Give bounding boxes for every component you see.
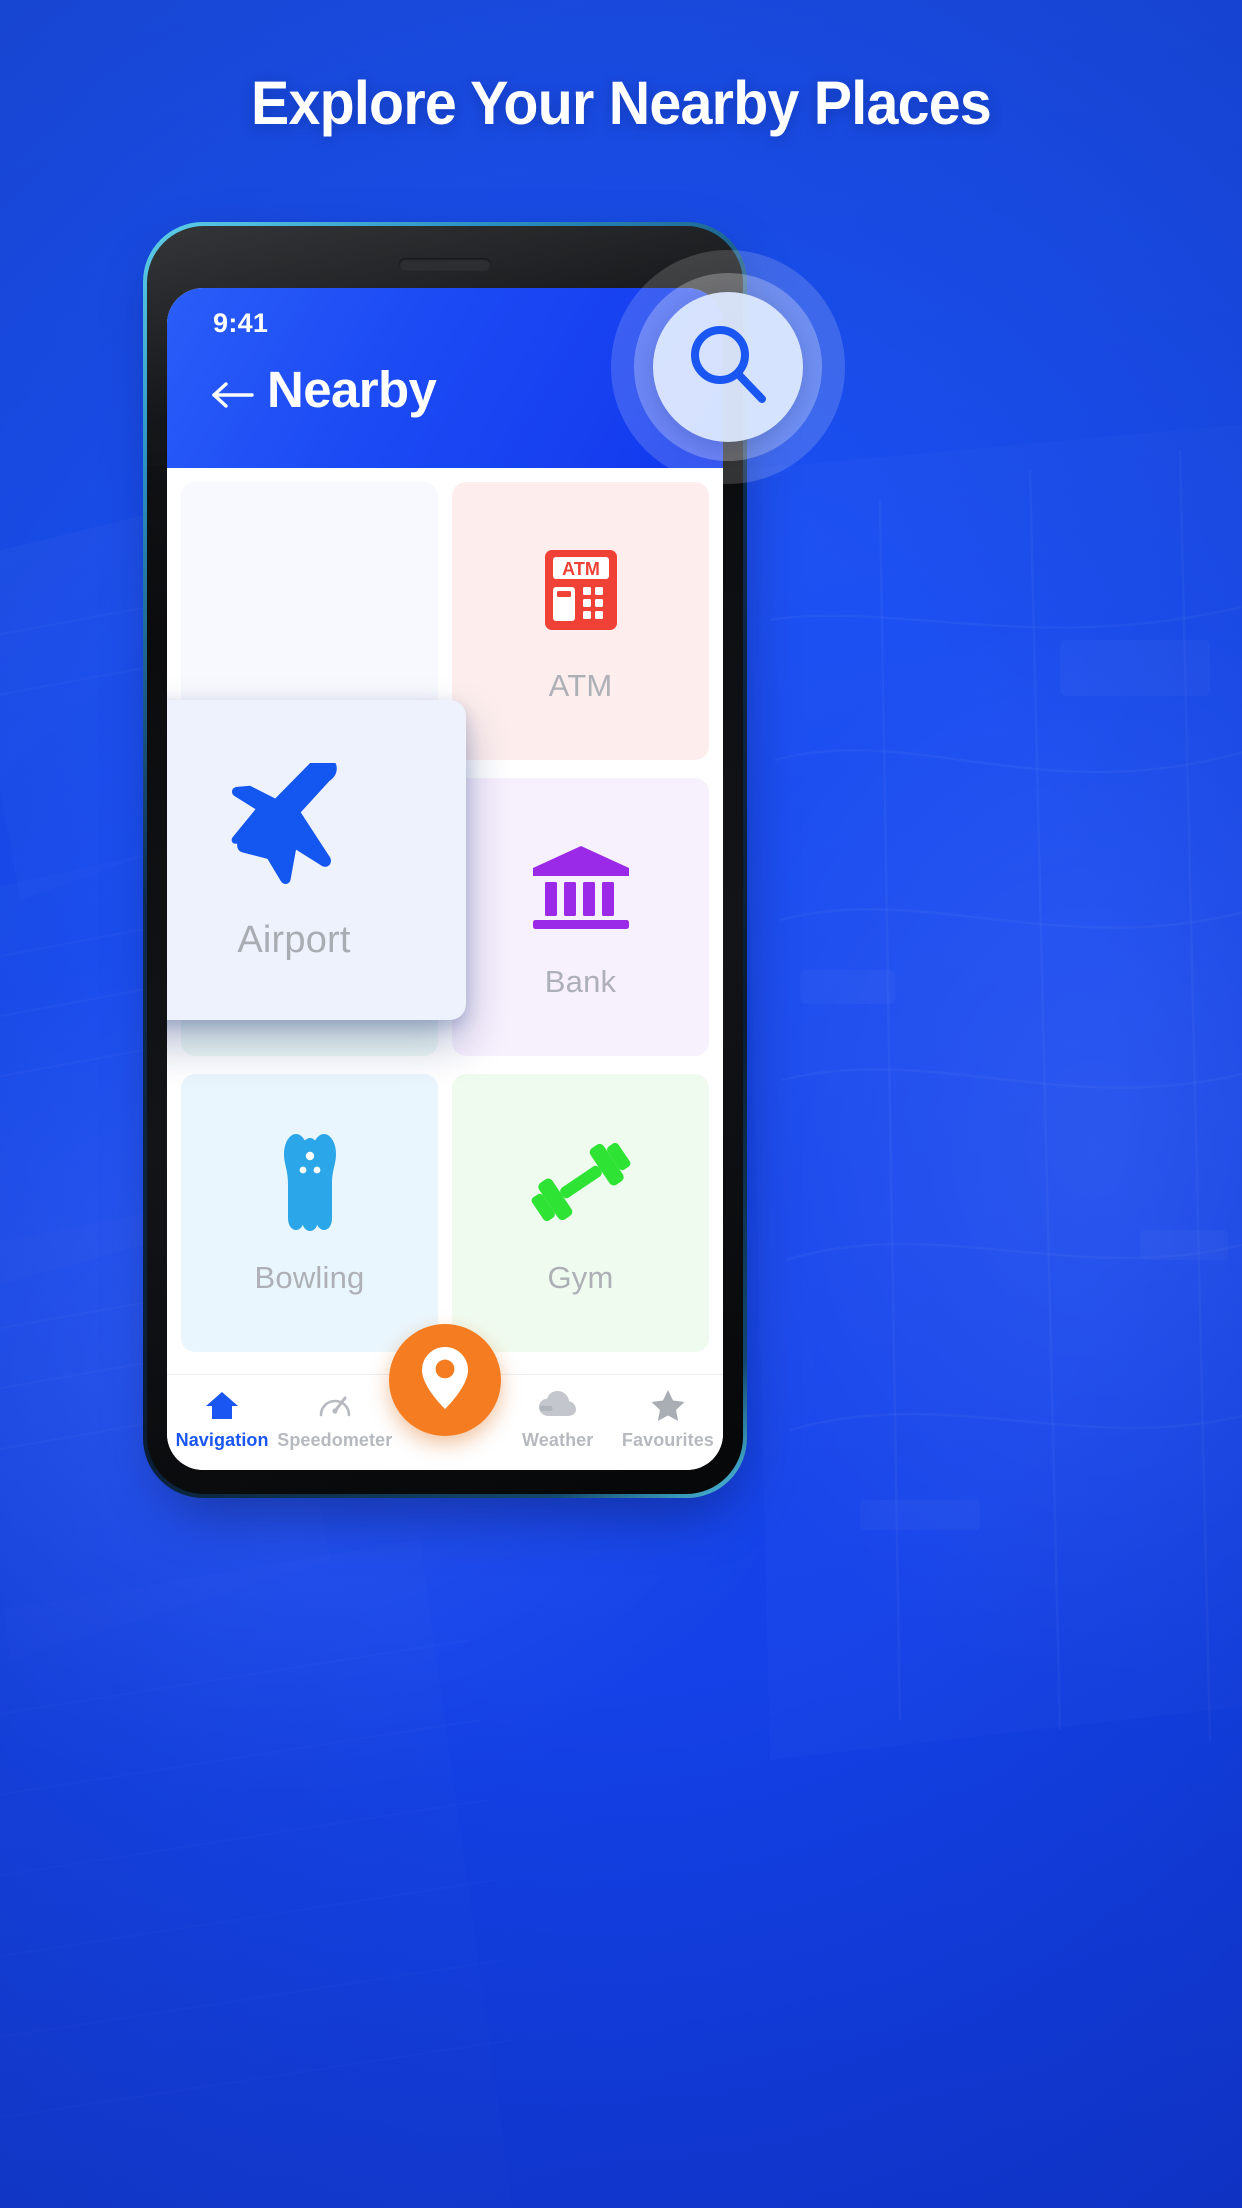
- grid-tile-label: ATM: [548, 668, 613, 703]
- search-badge[interactable]: [611, 250, 845, 484]
- arrow-left-icon[interactable]: [209, 372, 255, 418]
- bowling-icon: [262, 1130, 358, 1234]
- search-badge-core: [653, 292, 803, 442]
- atm-icon: ATM: [537, 538, 625, 642]
- bank-icon: [529, 834, 633, 938]
- map-pin-icon: [418, 1345, 472, 1416]
- status-bar-time: 9:41: [213, 308, 269, 338]
- nav-item-weather[interactable]: Weather: [503, 1387, 613, 1451]
- nav-item-favourites[interactable]: Favourites: [613, 1387, 723, 1451]
- nav-label: Favourites: [621, 1430, 714, 1450]
- nav-item-speedometer[interactable]: Speedometer: [277, 1387, 392, 1451]
- star-icon: [651, 1387, 685, 1423]
- dumbbell-icon: [527, 1130, 635, 1234]
- speedometer-icon: [317, 1387, 353, 1423]
- cloud-icon: [538, 1387, 578, 1423]
- search-icon: [682, 319, 774, 416]
- grid-tile-label: Gym: [547, 1260, 614, 1295]
- grid-tile-label: Airport: [237, 918, 351, 961]
- airplane-icon: [228, 759, 360, 889]
- svg-text:ATM: ATM: [562, 559, 600, 579]
- grid-tile-airport[interactable]: Airport: [167, 700, 466, 1020]
- grid-tile-atm[interactable]: ATM ATM: [452, 482, 709, 760]
- nav-label: Navigation: [175, 1430, 269, 1450]
- grid-tile-label: Bank: [544, 964, 617, 999]
- grid-tile-gym[interactable]: Gym: [452, 1074, 709, 1352]
- map-pin-fab-button[interactable]: [389, 1324, 501, 1436]
- grid-tile-bowling[interactable]: Bowling: [181, 1074, 438, 1352]
- nav-label: Weather: [521, 1430, 594, 1450]
- nav-item-navigation[interactable]: Navigation: [167, 1387, 277, 1451]
- nav-label: Speedometer: [277, 1430, 393, 1450]
- earpiece-speaker: [399, 258, 491, 271]
- page-title: Explore Your Nearby Places: [250, 69, 992, 137]
- home-icon: [205, 1387, 239, 1423]
- category-grid: ATM ATM Bank Bowling Gym Airport: [167, 468, 723, 1388]
- grid-tile-bank[interactable]: Bank: [452, 778, 709, 1056]
- app-bar-title: Nearby: [267, 361, 437, 418]
- grid-tile-label: Bowling: [254, 1260, 365, 1295]
